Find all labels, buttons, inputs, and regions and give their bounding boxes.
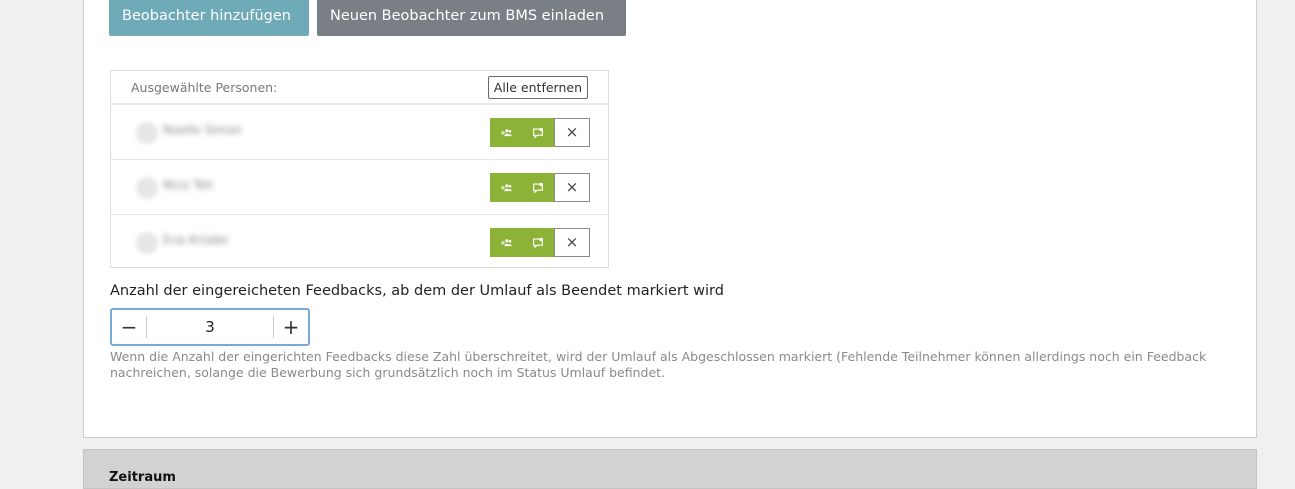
add-observer-button[interactable]: Beobachter hinzufügen (109, 0, 309, 36)
feedback-chat-icon[interactable] (522, 173, 554, 202)
observer-panel: Beobachter hinzufügen Neuen Beobachter z… (83, 0, 1257, 438)
person-name: Eva Krüder (163, 233, 230, 247)
remove-all-button[interactable]: Alle entfernen (487, 76, 588, 99)
feedback-threshold-stepper[interactable]: − 3 + (110, 308, 310, 346)
increment-button[interactable]: + (274, 310, 308, 344)
person-name: Nico Teh (163, 178, 214, 192)
decrement-button[interactable]: − (112, 310, 146, 344)
zeitraum-section: Zeitraum (83, 449, 1257, 489)
invite-observer-button[interactable]: Neuen Beobachter zum BMS einladen (317, 0, 626, 36)
close-icon[interactable]: × (554, 173, 590, 202)
person-actions: × (490, 228, 590, 257)
feedback-chat-icon[interactable] (522, 118, 554, 147)
person-row: Eva Krüder × (111, 215, 608, 269)
feedback-chat-icon[interactable] (522, 228, 554, 257)
selected-people-label: Ausgewählte Personen: (131, 80, 278, 95)
close-icon[interactable]: × (554, 118, 590, 147)
group-add-icon[interactable] (490, 118, 522, 147)
group-add-icon[interactable] (490, 228, 522, 257)
feedback-threshold-hint: Wenn die Anzahl der eingerichten Feedbac… (110, 349, 1207, 380)
section-title: Zeitraum (109, 470, 176, 485)
close-icon[interactable]: × (554, 228, 590, 257)
person-actions: × (490, 118, 590, 147)
avatar (136, 122, 158, 144)
feedback-threshold-value[interactable]: 3 (147, 318, 273, 336)
selected-people-header: Ausgewählte Personen: Alle entfernen (111, 71, 608, 105)
person-name: Noelle Simon (163, 123, 243, 137)
group-add-icon[interactable] (490, 173, 522, 202)
selected-people-list: Ausgewählte Personen: Alle entfernen Noe… (110, 70, 609, 268)
person-row: Noelle Simon × (111, 105, 608, 160)
person-row: Nico Teh × (111, 160, 608, 215)
avatar (136, 177, 158, 199)
avatar (136, 232, 158, 254)
feedback-threshold-label: Anzahl der eingereicheten Feedbacks, ab … (110, 283, 724, 299)
person-actions: × (490, 173, 590, 202)
